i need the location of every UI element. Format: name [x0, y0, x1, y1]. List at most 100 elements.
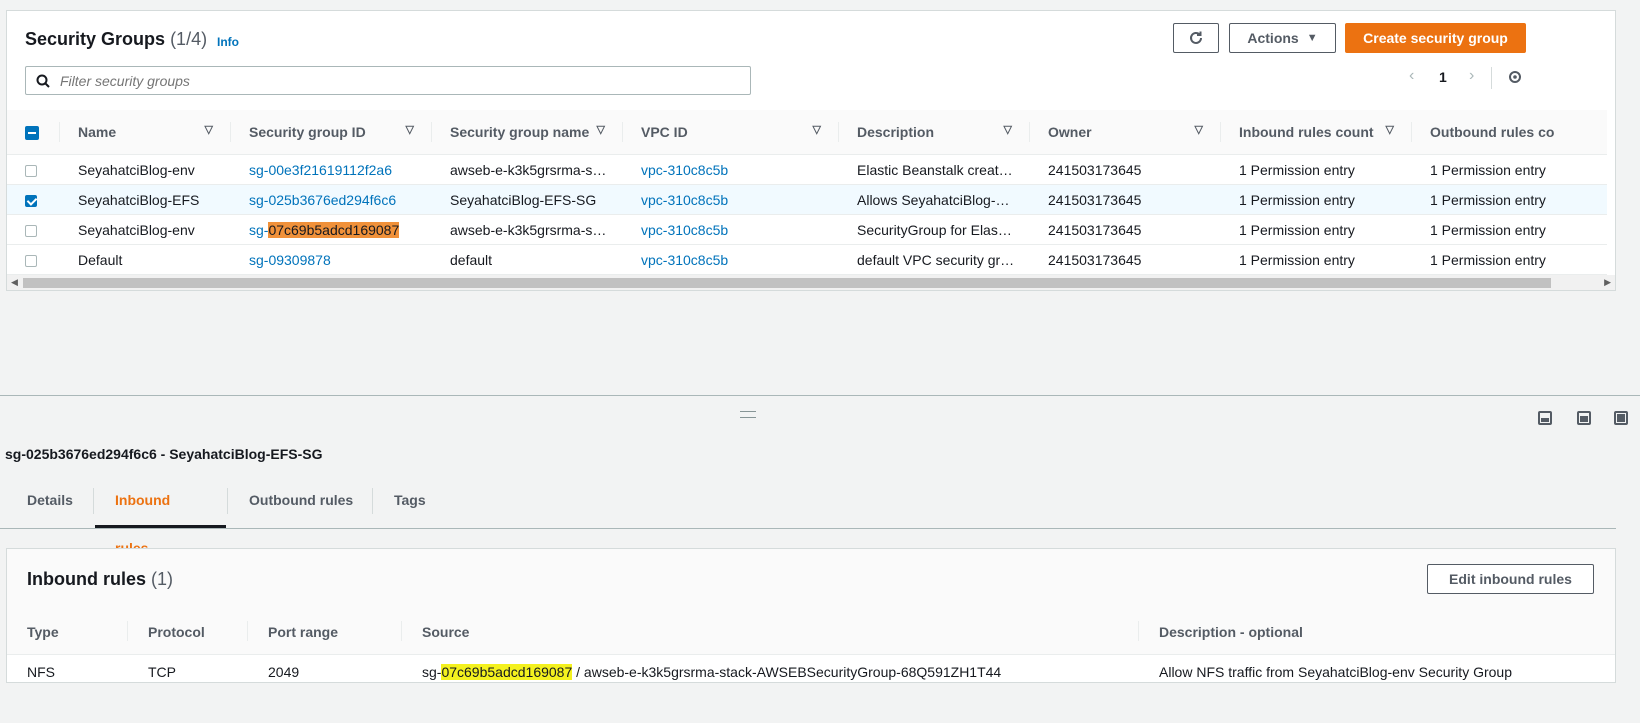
detail-title: sg-025b3676ed294f6c6 - SeyahatciBlog-EFS…	[5, 446, 323, 462]
panel-title: Security Groups (1/4)	[25, 29, 207, 50]
table-row[interactable]: SeyahatciBlog-env sg-00e3f21619112f2a6 a…	[7, 154, 1607, 185]
rule-type: NFS	[27, 664, 55, 680]
cell-security-group-id[interactable]: sg-09309878	[231, 244, 432, 275]
column-header-owner[interactable]: Owner ▽	[1030, 110, 1221, 155]
sort-icon[interactable]: ▽	[406, 123, 414, 136]
security-groups-table-wrap: Name ▽ Security group ID ▽ Security group …	[7, 110, 1615, 275]
sort-icon[interactable]: ▽	[1386, 123, 1394, 136]
gear-icon[interactable]	[1507, 69, 1523, 85]
page-number[interactable]: 1	[1439, 69, 1447, 85]
cell-owner: 241503173645	[1030, 214, 1221, 245]
cell-owner: 241503173645	[1030, 154, 1221, 185]
rule-protocol: TCP	[148, 664, 176, 680]
next-page-icon[interactable]: ›	[1469, 67, 1474, 85]
cell-name: SeyahatciBlog-EFS	[60, 184, 231, 215]
refresh-button[interactable]	[1173, 23, 1219, 53]
cell-vpc-id[interactable]: vpc-310c8c5b	[623, 244, 839, 275]
cell-security-group-id[interactable]: sg-00e3f21619112f2a6	[231, 154, 432, 185]
cell-description: Allows SeyahatciBlog-…	[839, 184, 1030, 215]
inbound-rules-table: Type Protocol Port range Source Descript…	[7, 609, 1615, 689]
tab-details[interactable]: Details	[7, 476, 93, 528]
cell-owner: 241503173645	[1030, 244, 1221, 275]
cell-vpc-id[interactable]: vpc-310c8c5b	[623, 154, 839, 185]
cell-vpc-id[interactable]: vpc-310c8c5b	[623, 184, 839, 215]
column-header-inbound-rules-count[interactable]: Inbound rules count ▽	[1221, 110, 1412, 155]
cell-inbound-count: 1 Permission entry	[1221, 184, 1412, 215]
column-header-protocol: Protocol	[128, 609, 248, 655]
cell-owner: 241503173645	[1030, 184, 1221, 215]
sort-icon[interactable]: ▽	[813, 123, 821, 136]
row-checkbox[interactable]	[25, 224, 37, 237]
column-header-port-range: Port range	[248, 609, 402, 655]
selection-count: (1/4)	[170, 29, 208, 49]
column-header-description: Description - optional	[1139, 609, 1615, 655]
select-all-checkbox[interactable]	[25, 126, 39, 141]
table-header-row: Name ▽ Security group ID ▽ Security group …	[7, 110, 1607, 155]
prev-page-icon[interactable]: ‹	[1409, 67, 1414, 85]
dock-full-icon[interactable]	[1614, 411, 1628, 425]
dock-split-icon[interactable]	[1577, 411, 1591, 425]
search-input[interactable]	[58, 71, 712, 90]
source-highlight: 07c69b5adcd169087	[441, 664, 573, 680]
edit-inbound-rules-button[interactable]: Edit inbound rules	[1427, 564, 1594, 594]
row-checkbox[interactable]	[25, 254, 37, 267]
resize-grip-icon[interactable]	[740, 411, 756, 418]
sort-icon[interactable]: ▽	[1195, 123, 1203, 136]
split-divider[interactable]	[0, 395, 1640, 396]
column-header-outbound-rules-count[interactable]: Outbound rules co	[1412, 110, 1607, 155]
cell-description: Elastic Beanstalk creat…	[839, 154, 1030, 185]
cell-outbound-count: 1 Permission entry	[1412, 214, 1607, 245]
table-row[interactable]: SeyahatciBlog-env sg-07c69b5adcd169087 a…	[7, 214, 1607, 245]
actions-button[interactable]: Actions ▼	[1229, 23, 1336, 53]
security-groups-panel: Security Groups (1/4) Info Actions ▼ Cre…	[6, 10, 1616, 291]
sort-icon[interactable]: ▽	[597, 123, 605, 136]
column-header-vpc-id[interactable]: VPC ID ▽	[623, 110, 839, 155]
sort-icon[interactable]: ▽	[205, 123, 213, 136]
cell-description: SecurityGroup for Elas…	[839, 214, 1030, 245]
cell-outbound-count: 1 Permission entry	[1412, 154, 1607, 185]
rule-port-range: 2049	[268, 664, 300, 680]
inbound-rules-title: Inbound rules (1)	[27, 569, 174, 589]
dock-bottom-icon[interactable]	[1538, 411, 1552, 425]
cell-name: SeyahatciBlog-env	[60, 154, 231, 185]
cell-description: default VPC security gr…	[839, 244, 1030, 275]
column-header-security-group-id[interactable]: Security group ID ▽	[231, 110, 432, 155]
scrollbar-thumb[interactable]	[23, 278, 1551, 288]
table-row[interactable]: Default sg-09309878 default vpc-310c8c5b…	[7, 244, 1607, 275]
scroll-left-icon[interactable]: ◀	[11, 275, 18, 290]
row-checkbox[interactable]	[25, 164, 37, 177]
row-checkbox[interactable]	[25, 194, 37, 207]
tab-outbound-rules[interactable]: Outbound rules	[229, 476, 373, 528]
sort-icon[interactable]: ▽	[1004, 123, 1012, 136]
horizontal-scrollbar[interactable]: ◀ ▶	[7, 275, 1615, 290]
create-security-group-button[interactable]: Create security group	[1345, 23, 1526, 53]
select-all-checkbox-cell[interactable]	[7, 110, 60, 155]
rules-header-row: Type Protocol Port range Source Descript…	[7, 609, 1615, 655]
refresh-icon	[1190, 31, 1202, 44]
pager-divider	[1491, 67, 1492, 89]
info-link[interactable]: Info	[217, 35, 239, 49]
caret-down-icon: ▼	[1306, 32, 1318, 44]
column-header-type: Type	[7, 609, 128, 655]
security-groups-table: Name ▽ Security group ID ▽ Security group …	[7, 110, 1607, 275]
create-label: Create security group	[1363, 30, 1508, 46]
tab-tags[interactable]: Tags	[374, 476, 446, 528]
cell-security-group-id[interactable]: sg-07c69b5adcd169087	[231, 214, 432, 245]
inbound-rules-panel: Inbound rules (1) Edit inbound rules Typ…	[6, 548, 1616, 683]
search-field[interactable]	[25, 66, 751, 95]
cell-vpc-id[interactable]: vpc-310c8c5b	[623, 214, 839, 245]
cell-name: Default	[60, 244, 231, 275]
column-header-description[interactable]: Description ▽	[839, 110, 1030, 155]
cell-security-group-id[interactable]: sg-025b3676ed294f6c6	[231, 184, 432, 215]
table-row[interactable]: SeyahatciBlog-EFS sg-025b3676ed294f6c6 S…	[7, 184, 1607, 215]
inbound-rules-header: Inbound rules (1) Edit inbound rules	[7, 549, 1615, 610]
actions-label: Actions	[1247, 30, 1299, 46]
cell-inbound-count: 1 Permission entry	[1221, 214, 1412, 245]
rule-source[interactable]: sg-07c69b5adcd169087 / awseb-e-k3k5grsrm…	[402, 655, 1139, 690]
rule-description: Allow NFS traffic from SeyahatciBlog-env…	[1159, 664, 1512, 680]
scroll-right-icon[interactable]: ▶	[1604, 275, 1611, 290]
column-header-security-group-name[interactable]: Security group name ▽	[432, 110, 623, 155]
column-header-name[interactable]: Name ▽	[60, 110, 231, 155]
tab-inbound-rules[interactable]: Inbound rules	[95, 476, 226, 556]
cell-security-group-name: awseb-e-k3k5grsrma-s…	[432, 214, 623, 245]
